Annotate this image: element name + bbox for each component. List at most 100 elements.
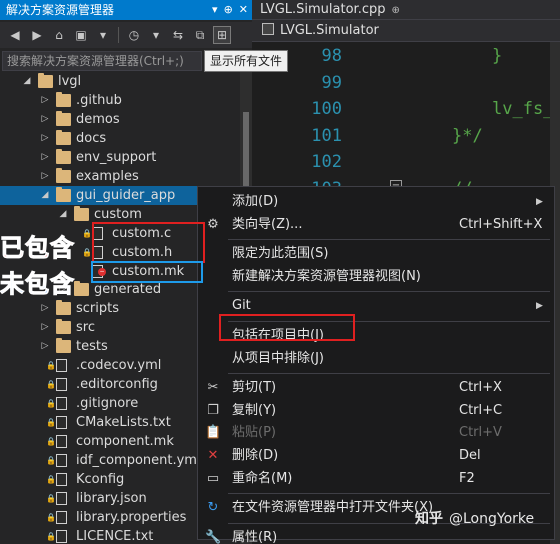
context-menu-item[interactable]: ✕ 删除(D) Del [198,445,554,467]
source-control-lock-icon: 🔒 [46,361,56,371]
pending-changes-filter-icon[interactable]: ◷ [125,26,143,44]
collapse-chevron-icon[interactable]: ◢ [22,72,32,91]
menu-item-label: 添加(D) [232,194,279,209]
copy-icon: ❐ [207,402,219,418]
code-line: }*/ [452,125,483,146]
forward-icon[interactable]: ▶ [28,26,46,44]
tree-item-label: .codecov.yml [76,358,162,374]
paste-icon: 📋 [205,425,222,441]
submenu-arrow-icon: ▶ [536,301,543,312]
context-menu-item[interactable]: ▭ 重命名(M) F2 [198,468,554,490]
line-number: 101 [311,125,342,146]
menu-item-label: 剪切(T) [232,380,277,396]
window-menu-icon[interactable]: ▾ [212,0,218,20]
tree-folder[interactable]: ▷ .github [0,91,240,110]
solution-explorer-search-input[interactable]: 搜索解决方案资源管理器(Ctrl+;) [2,51,202,71]
excluded-annotation: 未包含 [0,269,75,299]
switch-views-icon[interactable]: ▣ [72,26,90,44]
expand-chevron-icon[interactable]: ▷ [40,318,50,337]
menu-item-label: 删除(D) [232,448,279,463]
context-menu-item[interactable]: ⚙ 类向导(Z)... Ctrl+Shift+X [198,214,554,236]
source-control-lock-icon: 🔒 [82,247,92,257]
menu-item-shortcut: Ctrl+V [459,425,502,441]
expand-chevron-icon[interactable]: ▷ [40,167,50,186]
collapse-chevron-icon[interactable]: ◢ [58,205,68,224]
tree-item-label: custom [94,206,142,222]
editor-tab-bar: LVGL.Simulator.cpp ⊕ [252,0,560,20]
collapse-chevron-icon[interactable]: ◢ [40,186,50,205]
menu-item-label: 粘贴(P) [232,425,276,441]
context-menu-item[interactable]: 限定为此范围(S) [198,243,554,265]
tree-item-label: .gitignore [76,396,139,412]
file-icon [56,529,67,543]
source-control-lock-icon: 🔒 [46,456,56,465]
show-all-files-icon[interactable]: ⊞ [213,26,231,44]
menu-item-label: 重命名(M) [232,470,293,486]
tree-item-label: generated [94,282,162,298]
submenu-arrow-icon: ▶ [536,197,543,207]
menu-item-label: 限定为此范围(S) [232,246,329,262]
context-menu-item[interactable]: 添加(D) ▶ [198,191,554,213]
close-icon[interactable]: ✕ [239,0,248,20]
context-menu-item[interactable]: ✂ 剪切(T) Ctrl+X [198,377,554,399]
folder-icon [56,186,71,202]
toolbar-divider [118,27,119,43]
tree-item-label: library.json [76,490,147,506]
code-line: } [492,46,503,66]
source-control-lock-icon: 🔒 [46,418,56,428]
menu-item-shortcut: Ctrl+Shift+X [459,216,543,232]
context-menu-item[interactable]: 新建解决方案资源管理器视图(N) [198,266,554,288]
sync-icon[interactable]: ⇆ [169,26,187,44]
tree-folder[interactable]: ▷ docs [0,129,240,148]
editor-tab-label: LVGL.Simulator.cpp [260,2,386,17]
context-menu-item: 📋 粘贴(P) Ctrl+V [198,422,554,444]
expand-chevron-icon[interactable]: ▷ [40,129,50,148]
folder-icon [56,129,71,145]
tree-item-label: idf_component.yml [76,453,201,468]
wizard-icon: ⚙ [207,216,219,232]
project-icon [262,23,274,35]
tab-pin-icon[interactable]: ⊕ [392,5,400,16]
expand-chevron-icon[interactable]: ▷ [40,299,50,318]
tree-folder[interactable]: ▷ examples [0,167,240,186]
context-menu-item[interactable]: 🔧 属性(R) [198,527,554,544]
context-menu-item[interactable]: ❐ 复制(Y) Ctrl+C [198,400,554,422]
cut-icon: ✂ [207,380,219,396]
context-menu-item[interactable]: 从项目中排除(J) [198,348,554,370]
file-icon [56,435,67,449]
tree-folder[interactable]: ◢ lvgl [0,72,240,91]
menu-item-shortcut: Ctrl+C [459,402,503,418]
menu-item-label: 类向导(Z)... [232,216,303,232]
source-control-lock-icon: 🔒 [46,437,56,447]
source-control-lock-icon: 🔒 [46,493,56,503]
file-icon [56,378,67,392]
file-icon [56,416,67,430]
tree-item-label: docs [76,130,107,146]
tree-item-label: src [76,320,95,336]
home-icon[interactable]: ⌂ [50,26,68,44]
tree-folder[interactable]: ▷ env_support [0,148,240,167]
tree-item-label: .github [76,92,122,108]
expand-chevron-icon[interactable]: ▷ [40,110,50,129]
expand-chevron-icon[interactable]: ▷ [40,337,50,356]
switch-views-dropdown-icon[interactable]: ▾ [94,26,112,44]
expand-chevron-icon[interactable]: ▷ [40,148,50,167]
back-icon[interactable]: ◀ [6,26,24,44]
pin-icon[interactable]: ⊕ [224,0,233,20]
folder-icon [56,91,71,107]
project-scope-dropdown[interactable]: LVGL.Simulator [262,20,379,42]
tree-item-label: demos [76,111,120,127]
tree-item-label: Kconfig [76,471,125,487]
expand-chevron-icon[interactable]: ▷ [40,91,50,110]
menu-separator [228,373,550,375]
solution-explorer-title: 解决方案资源管理器 ▾ ⊕ ✕ [0,0,252,20]
tree-item-label: scripts [76,301,119,317]
menu-item-label: 复制(Y) [232,402,277,418]
refresh-icon: ↻ [207,500,219,516]
solution-explorer-title-text: 解决方案资源管理器 [6,3,115,17]
filter-dropdown-icon[interactable]: ▾ [147,26,165,44]
tree-item-label: examples [76,168,139,184]
tree-folder[interactable]: ▷ demos [0,110,240,129]
collapse-all-icon[interactable]: ⧉ [191,26,209,44]
editor-tab[interactable]: LVGL.Simulator.cpp ⊕ [260,0,400,20]
